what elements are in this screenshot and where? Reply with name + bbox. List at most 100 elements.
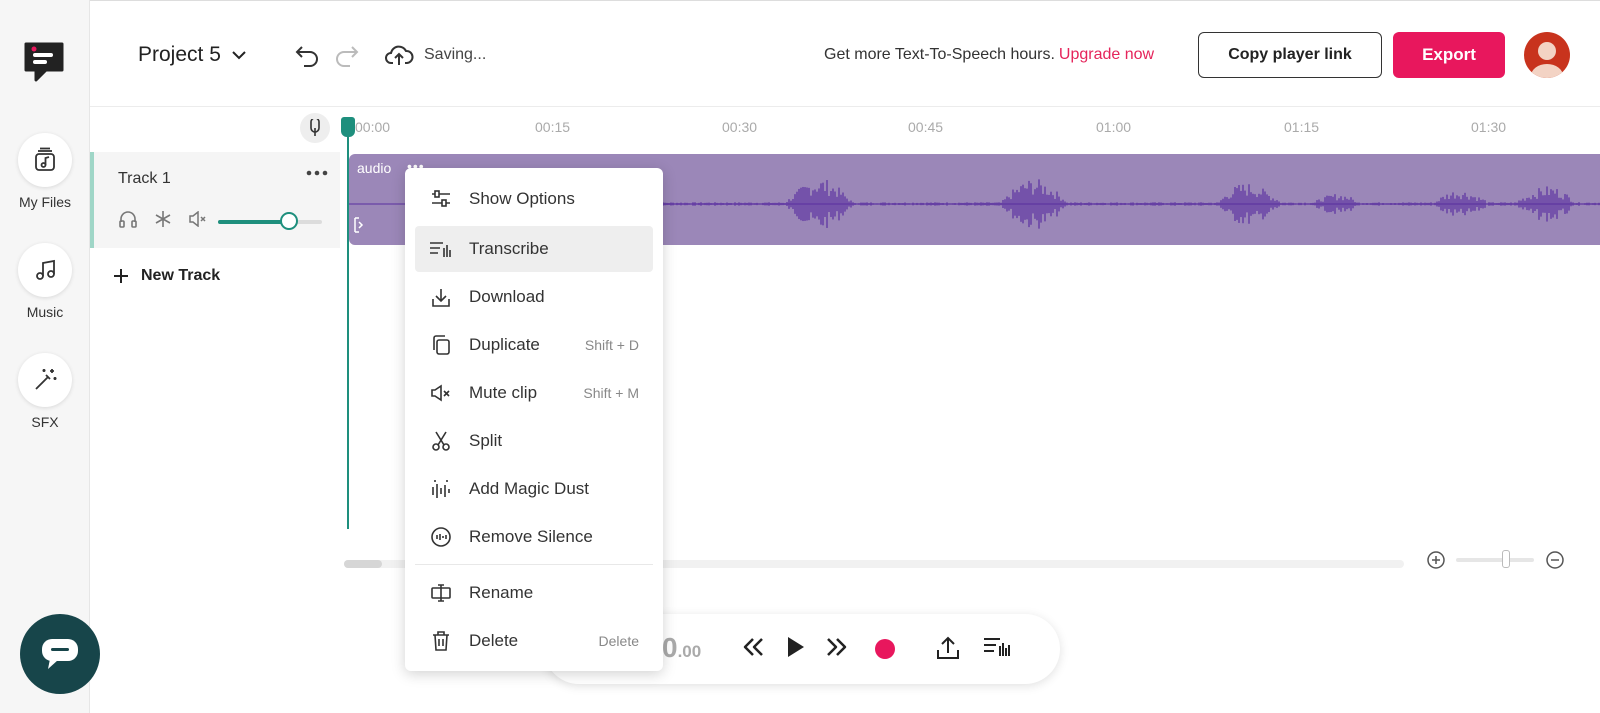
menu-item-transcribe[interactable]: Transcribe (415, 226, 653, 272)
top-bar: Project 5 Saving... Get more Text-To-Spe… (90, 0, 1600, 107)
playhead-handle[interactable] (341, 117, 355, 137)
transcribe-icon (429, 239, 453, 259)
zoom-out-button[interactable] (1545, 550, 1565, 570)
more-horizontal-icon (306, 170, 328, 176)
zoom-slider[interactable] (1456, 558, 1534, 562)
track-name: Track 1 (118, 170, 171, 187)
ruler-tick: 01:15 (1284, 119, 1320, 135)
remove-silence-icon (429, 526, 453, 548)
menu-item-label: Delete (469, 631, 519, 650)
app-logo-icon[interactable] (22, 40, 66, 86)
share-button[interactable] (934, 634, 962, 662)
ruler-tick: 00:15 (535, 119, 571, 135)
project-selector[interactable]: Project 5 (138, 43, 247, 67)
ruler-tick: 01:00 (1096, 119, 1132, 135)
record-button[interactable] (874, 638, 896, 660)
menu-item-label: Show Options (469, 189, 575, 208)
chat-support-button[interactable] (20, 614, 100, 694)
zoom-in-button[interactable] (1426, 550, 1446, 570)
new-track-button[interactable]: New Track (113, 267, 220, 285)
clip-context-menu: Show Options Transcribe Download Duplica… (405, 168, 663, 671)
menu-item-label: Remove Silence (469, 527, 593, 546)
mute-icon[interactable] (188, 211, 208, 227)
menu-item-rename[interactable]: Rename (415, 570, 653, 616)
trash-icon (429, 630, 453, 652)
zoom-slider-knob[interactable] (1502, 550, 1510, 568)
music-files-icon (18, 133, 72, 187)
menu-item-shortcut: Delete (598, 633, 639, 649)
freeze-icon[interactable] (154, 210, 172, 228)
sidebar-item-my-files[interactable]: My Files (0, 133, 90, 210)
menu-divider (415, 564, 653, 565)
promo-text: Get more Text-To-Speech hours. Upgrade no… (824, 46, 1154, 64)
plus-icon (114, 269, 128, 283)
sidebar-item-music[interactable]: Music (0, 243, 90, 320)
time-fraction: .00 (677, 642, 702, 661)
transcribe-button[interactable] (982, 634, 1012, 660)
ruler-tick: 01:30 (1471, 119, 1507, 135)
download-icon (429, 286, 453, 308)
play-icon (788, 637, 804, 657)
menu-item-show-options[interactable]: Show Options (415, 176, 653, 222)
volume-knob[interactable] (279, 212, 298, 230)
record-icon (875, 639, 895, 659)
sliders-icon (429, 189, 453, 209)
menu-item-label: Download (469, 287, 545, 306)
promo-message: Get more Text-To-Speech hours. (824, 46, 1055, 63)
rewind-button[interactable] (740, 634, 766, 660)
mute-icon (429, 384, 453, 402)
volume-fill (218, 220, 289, 224)
scissors-icon (429, 430, 453, 452)
avatar[interactable] (1524, 32, 1570, 78)
menu-item-split[interactable]: Split (415, 418, 653, 464)
menu-item-label: Add Magic Dust (469, 479, 589, 498)
menu-item-remove-silence[interactable]: Remove Silence (415, 514, 653, 560)
fast-forward-button[interactable] (824, 634, 850, 660)
ruler-tick: 00:30 (722, 119, 758, 135)
magic-dust-icon (429, 478, 453, 500)
track-more-button[interactable] (306, 170, 328, 176)
upgrade-link[interactable]: Upgrade now (1059, 46, 1154, 63)
sidebar-item-label: SFX (31, 414, 59, 430)
ruler-tick: 00:00 (355, 119, 391, 135)
zoom-in-icon (1427, 551, 1445, 569)
magnet-icon (310, 119, 320, 136)
menu-item-add-magic-dust[interactable]: Add Magic Dust (415, 466, 653, 512)
zoom-out-icon (1546, 551, 1564, 569)
menu-item-label: Duplicate (469, 335, 540, 354)
track-volume-slider[interactable] (218, 212, 322, 230)
clip-trim-handle[interactable] (353, 216, 365, 234)
snap-toggle-button[interactable] (300, 113, 330, 143)
menu-item-shortcut: Shift + M (583, 385, 639, 401)
time-display: 0.00 (662, 632, 701, 664)
headphones-icon[interactable] (118, 210, 138, 228)
trim-handle-icon (354, 217, 364, 233)
sidebar-item-label: My Files (18, 194, 72, 210)
transcribe-icon (984, 638, 1010, 656)
menu-item-duplicate[interactable]: Duplicate Shift + D (415, 322, 653, 368)
scrollbar-thumb[interactable] (344, 560, 382, 568)
fast-forward-icon (827, 638, 847, 656)
undo-icon (295, 46, 318, 67)
ruler-tick: 00:45 (908, 119, 944, 135)
project-name: Project 5 (138, 43, 221, 66)
track-header[interactable]: Track 1 (90, 152, 340, 248)
timeline-ruler[interactable]: 00:00 00:15 00:30 00:45 01:00 01:15 01:3… (90, 107, 1600, 152)
menu-item-label: Split (469, 431, 503, 450)
menu-item-shortcut: Shift + D (584, 337, 639, 353)
copy-player-link-button[interactable]: Copy player link (1198, 32, 1382, 78)
menu-item-mute-clip[interactable]: Mute clip Shift + M (415, 370, 653, 416)
play-button[interactable] (784, 634, 808, 660)
sidebar-item-label: Music (26, 304, 64, 320)
redo-button[interactable] (334, 43, 360, 67)
menu-item-label: Mute clip (469, 383, 538, 402)
upload-icon (937, 636, 959, 659)
rewind-icon (743, 638, 763, 656)
menu-item-download[interactable]: Download (415, 274, 653, 320)
new-track-label: New Track (141, 267, 221, 284)
menu-item-delete[interactable]: Delete Delete (415, 618, 653, 664)
magic-wand-icon (18, 353, 72, 407)
sidebar-item-sfx[interactable]: SFX (0, 353, 90, 430)
export-button[interactable]: Export (1393, 32, 1505, 78)
undo-button[interactable] (294, 43, 320, 67)
